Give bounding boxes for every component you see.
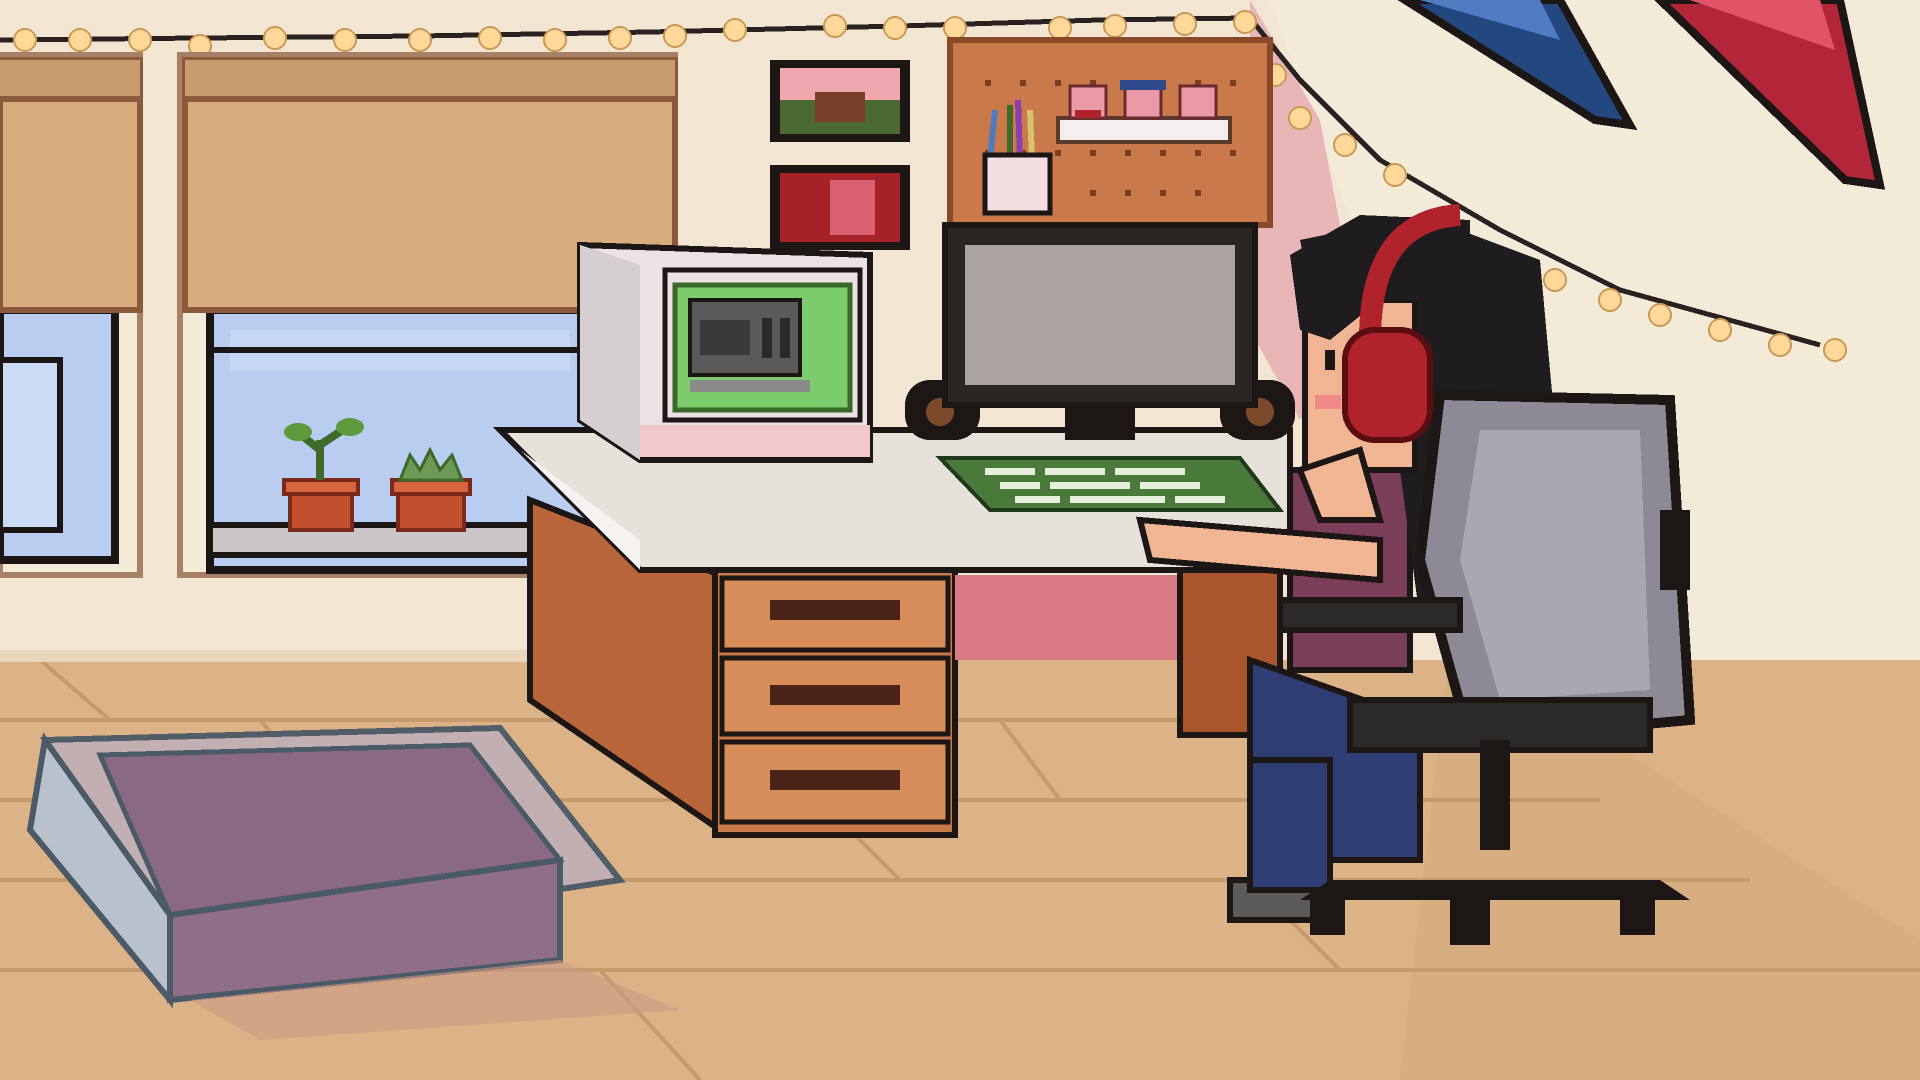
keyboard-icon [935, 456, 1285, 512]
photo-frame-icon [770, 60, 910, 142]
crt-monitor-icon [577, 241, 873, 463]
baseboard [0, 650, 560, 662]
room-scene [0, 0, 1920, 1080]
flat-monitor-icon [905, 222, 1295, 440]
photo-frame-icon [770, 165, 910, 250]
pig-figurine-icon [1068, 80, 1218, 120]
